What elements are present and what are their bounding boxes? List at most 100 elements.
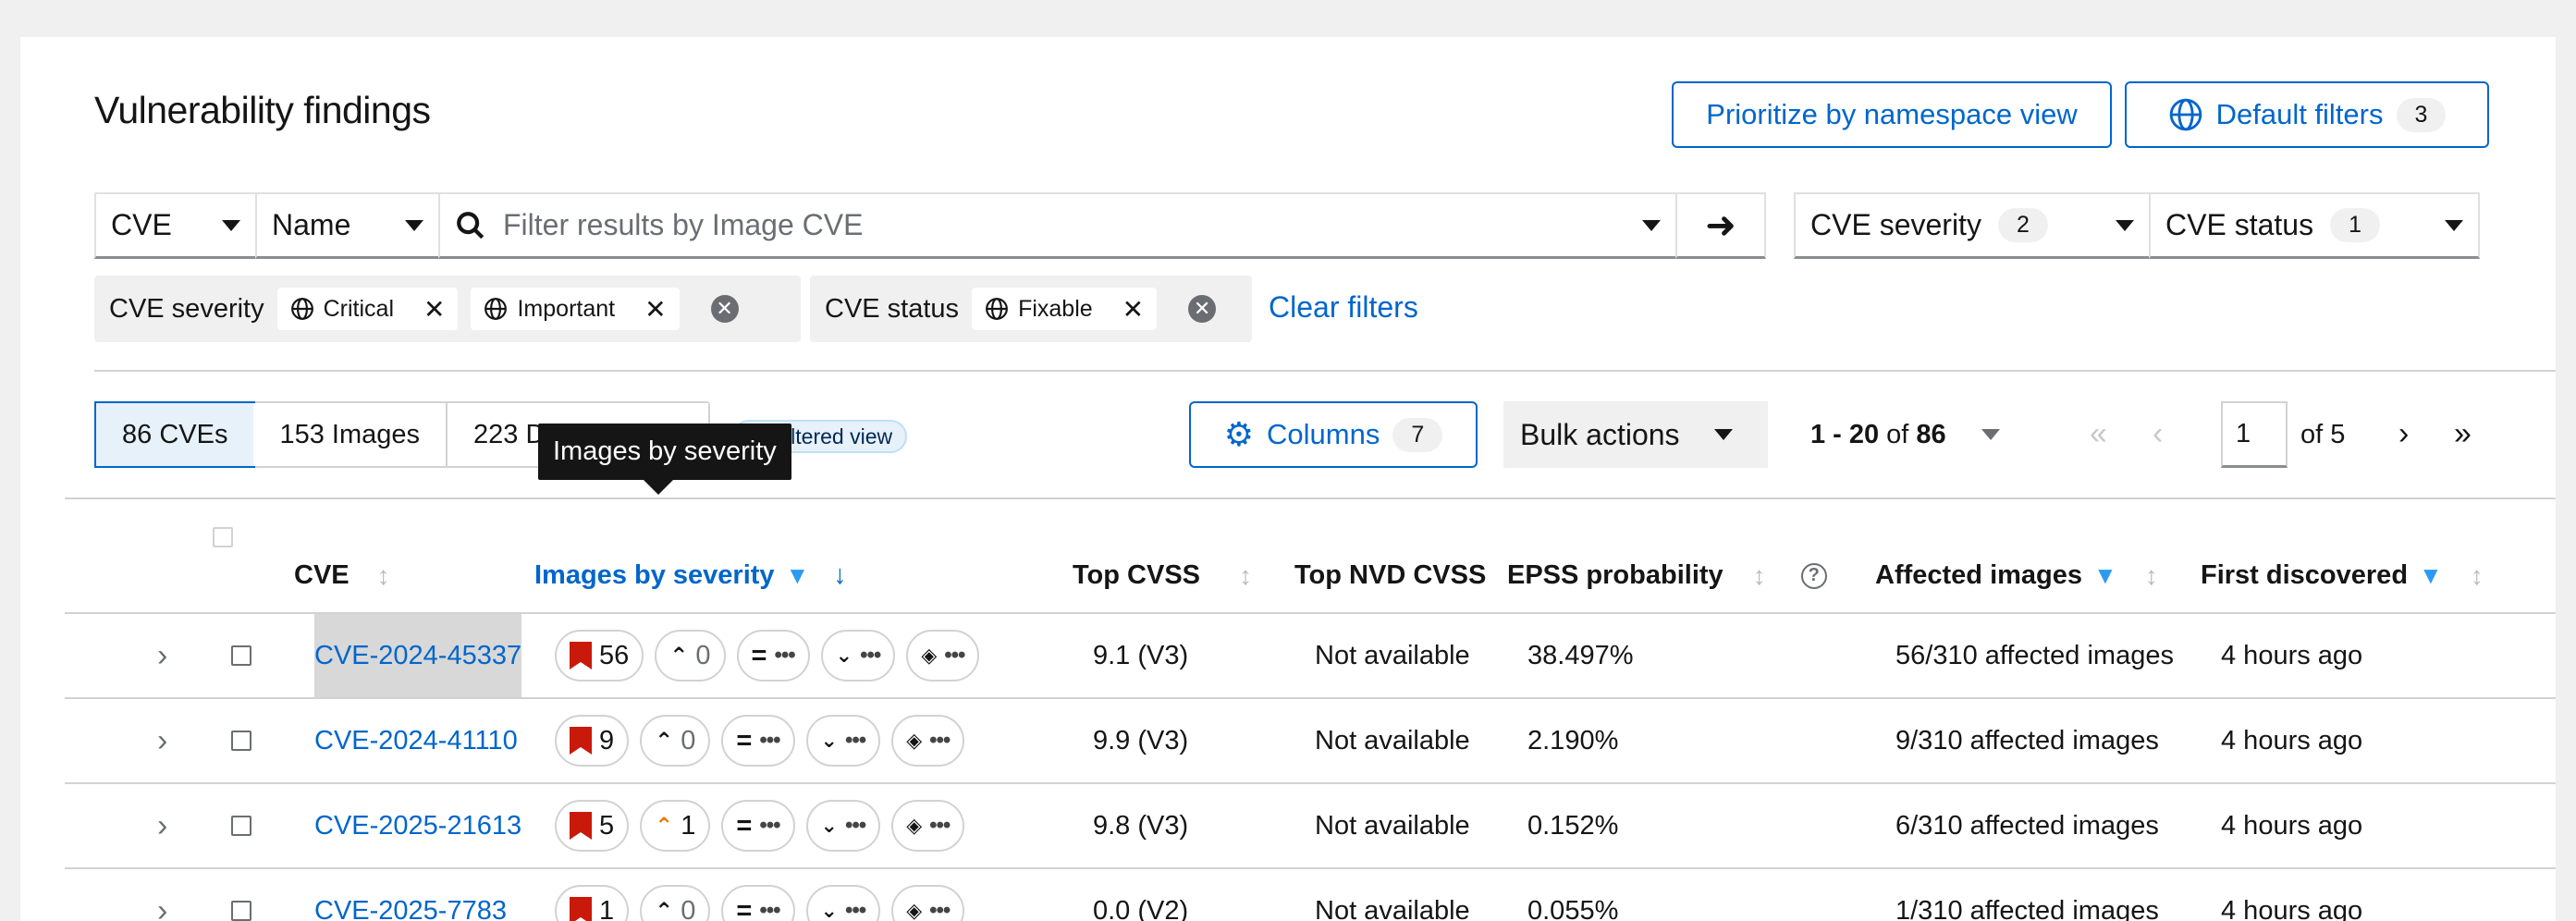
prioritize-namespace-button[interactable]: Prioritize by namespace view <box>1672 81 2112 148</box>
unknown-severity-icon: ◈ <box>906 729 923 752</box>
row-checkbox-cell <box>231 784 251 867</box>
row-checkbox[interactable] <box>231 901 251 921</box>
default-filters-button[interactable]: Default filters 3 <box>2125 81 2489 148</box>
table-row: › CVE-2024-41110 9 ⌃ 0 = ••• ⌄ ••• ◈ •••… <box>65 699 2556 784</box>
search-input[interactable]: Filter results by Image CVE <box>438 192 1677 259</box>
header-label: Top CVSS <box>1073 560 1201 590</box>
columns-button[interactable]: ⚙ Columns 7 <box>1189 401 1478 468</box>
cve-link[interactable]: CVE-2024-45337 <box>314 614 522 697</box>
tab-images[interactable]: 153 Images <box>253 403 448 466</box>
help-icon[interactable]: ? <box>1800 562 1827 589</box>
expand-chevron-icon[interactable]: › <box>157 869 167 921</box>
gear-icon: ⚙ <box>1223 415 1255 453</box>
close-icon[interactable]: ✕ <box>423 294 445 325</box>
header-epss[interactable]: EPSS probability ↕ ? <box>1507 560 1827 591</box>
unknown-count-pill: ◈ ••• <box>891 885 965 921</box>
close-icon[interactable]: ✕ <box>644 294 666 325</box>
header-images-by-severity[interactable]: Images by severity ▼ ↓ <box>534 560 847 591</box>
moderate-count-pill: = ••• <box>736 630 810 682</box>
cve-severity-count: 2 <box>1997 208 2048 242</box>
sort-icon[interactable]: ↕ <box>2145 561 2158 591</box>
critical-count: 9 <box>599 725 615 755</box>
row-checkbox[interactable] <box>231 645 251 666</box>
unknown-severity-icon: ◈ <box>906 814 923 837</box>
bulk-actions-dropdown[interactable]: Bulk actions <box>1503 401 1768 468</box>
unknown-count-pill: ◈ ••• <box>906 630 980 682</box>
top-cvss-cell: 0.0 (V2) <box>1093 895 1189 921</box>
top-cvss-cell: 9.1 (V3) <box>1093 640 1189 670</box>
header-label: Top NVD CVSS <box>1294 560 1487 590</box>
top-nvd-cell: Not available <box>1315 810 1470 841</box>
important-count: 0 <box>681 895 696 921</box>
page-title: Vulnerability findings <box>94 89 431 131</box>
tab-cves[interactable]: 86 CVEs <box>94 401 256 468</box>
page-input[interactable]: 1 <box>2221 401 2288 468</box>
critical-count-pill: 56 <box>555 630 644 682</box>
top-nvd-cell: Not available <box>1315 895 1470 921</box>
header-top-cvss[interactable]: Top CVSS ↕ <box>1073 560 1252 591</box>
row-checkbox[interactable] <box>231 731 251 751</box>
header-label: EPSS probability <box>1507 560 1723 590</box>
clear-group-icon[interactable]: ✕ <box>710 295 739 323</box>
select-all-checkbox[interactable] <box>213 527 233 547</box>
low-count-pill: ⌄ ••• <box>805 885 881 921</box>
pagination-range[interactable]: 1 - 20 of 86 <box>1810 401 2000 468</box>
sort-down-icon[interactable]: ↓ <box>833 560 847 591</box>
severity-cell: 1 ⌃ 0 = ••• ⌄ ••• ◈ ••• <box>555 869 965 921</box>
bulk-actions-label: Bulk actions <box>1520 417 1680 451</box>
tooltip-arrow <box>644 480 673 495</box>
cve-severity-select[interactable]: CVE severity 2 <box>1794 192 2151 259</box>
critical-severity-icon <box>570 727 592 755</box>
loading-dots-icon: ••• <box>929 898 951 921</box>
default-filters-label: Default filters <box>2215 98 2384 130</box>
chip-group-label: CVE severity <box>109 293 264 324</box>
severity-cell: 5 ⌃ 1 = ••• ⌄ ••• ◈ ••• <box>555 784 965 867</box>
important-count-pill: ⌃ 1 <box>640 800 711 852</box>
expand-chevron-icon[interactable]: › <box>157 699 167 782</box>
expand-chevron-icon[interactable]: › <box>157 784 167 867</box>
affected-images-cell: 9/310 affected images <box>1895 725 2159 755</box>
row-checkbox-cell <box>231 869 251 921</box>
row-checkbox-cell <box>231 614 251 697</box>
cve-status-select[interactable]: CVE status 1 <box>2149 192 2480 259</box>
previous-page-icon[interactable]: ‹ <box>2153 416 2163 452</box>
low-count-pill: ⌄ ••• <box>805 800 881 852</box>
cve-link[interactable]: CVE-2025-7783 <box>314 869 507 921</box>
row-checkbox[interactable] <box>231 816 251 836</box>
prioritize-label: Prioritize by namespace view <box>1706 98 2078 130</box>
next-page-icon[interactable]: › <box>2398 416 2409 452</box>
last-page-icon[interactable]: » <box>2454 416 2472 452</box>
sort-icon[interactable]: ↕ <box>2471 561 2484 591</box>
header-first-discovered[interactable]: First discovered ▼ ↕ <box>2201 560 2484 591</box>
arrow-right-icon: ➜ <box>1705 204 1736 246</box>
attribute-select[interactable]: CVE <box>94 192 257 259</box>
caret-down-icon[interactable] <box>1642 219 1661 231</box>
caret-down-icon <box>405 219 423 231</box>
cve-link[interactable]: CVE-2025-21613 <box>314 784 521 867</box>
sort-icon[interactable]: ↕ <box>1239 561 1252 591</box>
first-page-icon[interactable]: « <box>2090 416 2107 452</box>
critical-severity-icon <box>570 642 592 669</box>
severity-cell: 56 ⌃ 0 = ••• ⌄ ••• ◈ ••• <box>555 614 980 697</box>
sort-icon[interactable]: ↕ <box>377 561 390 591</box>
low-severity-icon: ⌄ <box>820 729 838 752</box>
epss-cell: 0.152% <box>1527 810 1619 841</box>
caret-down-icon <box>1714 429 1733 440</box>
cve-link[interactable]: CVE-2024-41110 <box>314 699 518 782</box>
close-icon[interactable]: ✕ <box>1122 294 1144 325</box>
vulnerability-card: Vulnerability findings Prioritize by nam… <box>20 37 2556 921</box>
search-icon <box>457 211 485 239</box>
loading-dots-icon: ••• <box>860 643 881 668</box>
clear-group-icon[interactable]: ✕ <box>1188 295 1217 323</box>
sort-icon[interactable]: ↕ <box>1753 561 1766 591</box>
clear-filters-link[interactable]: Clear filters <box>1269 290 1418 325</box>
important-severity-icon: ⌃ <box>669 643 689 669</box>
important-count-pill: ⌃ 0 <box>640 715 711 767</box>
field-select[interactable]: Name <box>255 192 440 259</box>
header-cve[interactable]: CVE ↕ <box>294 560 390 591</box>
severity-cell: 9 ⌃ 0 = ••• ⌄ ••• ◈ ••• <box>555 699 965 782</box>
filter-icon: ▼ <box>785 561 810 589</box>
search-submit-button[interactable]: ➜ <box>1675 192 1766 259</box>
header-affected-images[interactable]: Affected images ▼ ↕ <box>1875 560 2158 591</box>
expand-chevron-icon[interactable]: › <box>157 614 167 697</box>
